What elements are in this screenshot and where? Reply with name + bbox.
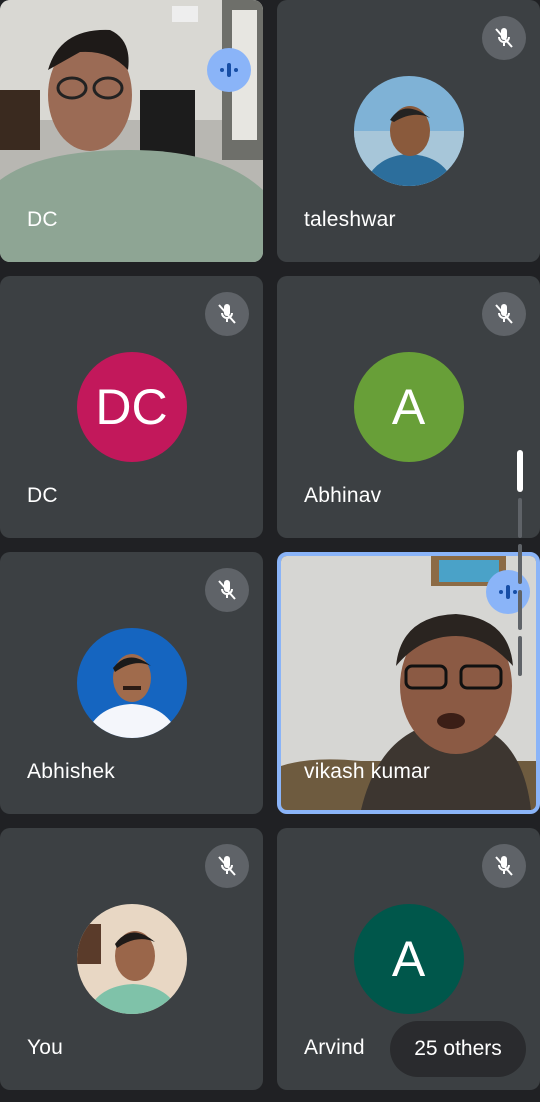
participant-photo [76, 628, 187, 738]
participant-tile-abhishek[interactable]: Abhishek [0, 552, 263, 814]
participant-tile-abhinav[interactable]: A Abhinav [277, 276, 540, 538]
participant-tile-vikash-kumar-video[interactable]: vikash kumar [277, 552, 540, 814]
participant-photo [76, 904, 187, 1014]
participant-name: You [27, 1036, 64, 1059]
scrollbar[interactable] [517, 450, 523, 680]
mic-off-icon [482, 292, 526, 336]
participant-name: taleshwar [304, 208, 396, 231]
participant-name: Abhinav [304, 484, 382, 507]
participant-name: DC [27, 208, 58, 231]
scrollbar-segment [518, 590, 522, 630]
participant-name: Arvind [304, 1036, 365, 1059]
mic-off-icon [205, 292, 249, 336]
participant-tile-taleshwar[interactable]: taleshwar [277, 0, 540, 262]
mic-off-icon [482, 16, 526, 60]
audio-level-icon [486, 570, 530, 614]
initials-avatar: A [353, 904, 464, 1014]
others-button[interactable]: 25 others [390, 1021, 526, 1077]
participant-name: DC [27, 484, 58, 507]
participant-name: vikash kumar [304, 760, 431, 783]
scrollbar-segment [518, 498, 522, 538]
mic-off-icon [205, 844, 249, 888]
participant-tile-dc[interactable]: DC DC [0, 276, 263, 538]
initials-avatar: DC [76, 352, 187, 462]
mic-off-icon [482, 844, 526, 888]
initials-avatar: A [353, 352, 464, 462]
scrollbar-segment [518, 636, 522, 676]
participant-name: Abhishek [27, 760, 115, 783]
participant-photo [353, 76, 464, 186]
participant-tile-dc-video[interactable]: DC [0, 0, 263, 262]
audio-level-icon [207, 48, 251, 92]
mic-off-icon [205, 568, 249, 612]
scrollbar-segment [518, 544, 522, 584]
participant-tile-you[interactable]: You [0, 828, 263, 1090]
scrollbar-thumb[interactable] [517, 450, 523, 492]
